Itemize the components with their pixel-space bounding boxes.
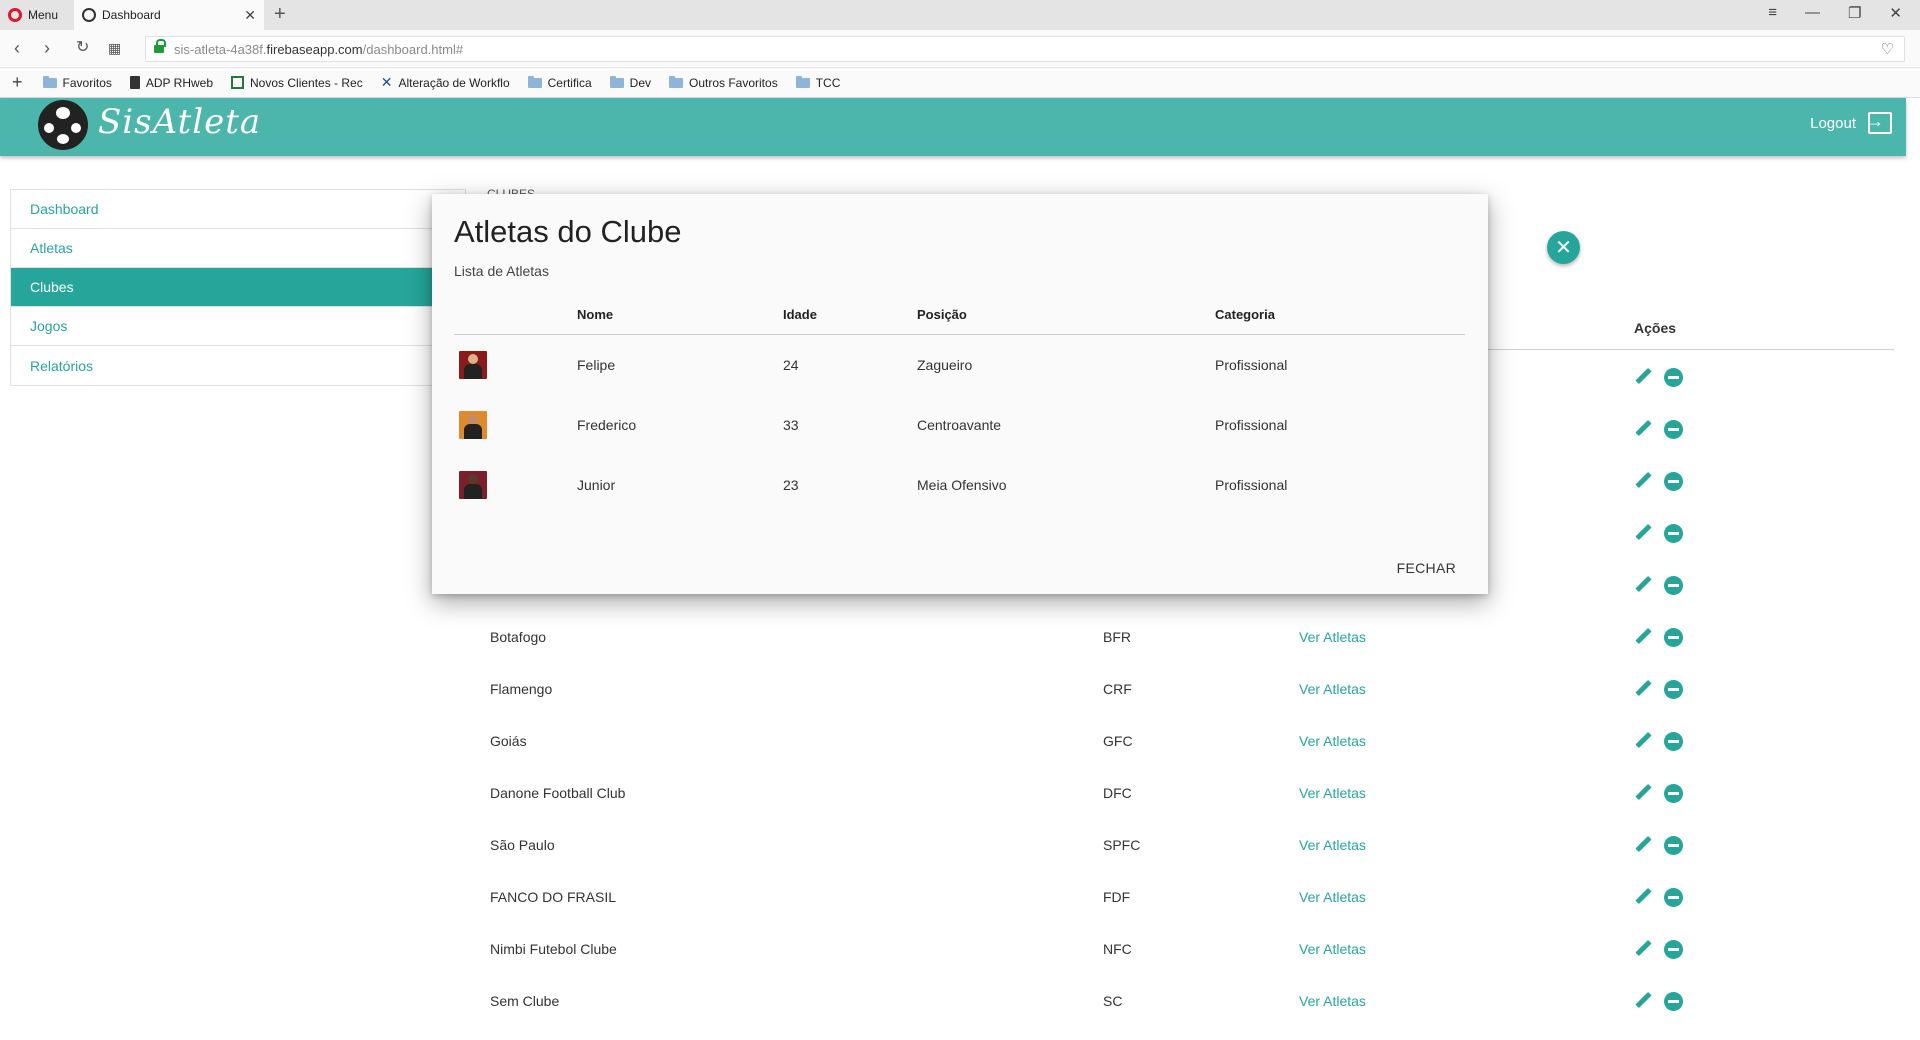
header-nome: Nome — [577, 306, 614, 322]
bookmark-label: Novos Clientes - Rec — [250, 75, 363, 90]
athletes-table: Nome Idade Posição Categoria Felipe 24 Zag… — [454, 294, 1465, 515]
athlete-row: Junior 23 Meia Ofensivo Profissional — [454, 455, 1465, 515]
app-header: SisAtleta Logout — [0, 98, 1906, 156]
folder-icon — [669, 75, 683, 88]
url-prefix: sis-atleta-4a38f. — [174, 41, 267, 57]
lock-icon — [154, 39, 166, 55]
window-close-icon[interactable]: ✕ — [1889, 4, 1902, 22]
athlete-name: Felipe — [577, 357, 616, 373]
athlete-name: Frederico — [577, 417, 637, 433]
bookmark-label: Certifica — [547, 75, 592, 90]
bookmark-tcc[interactable]: TCC — [795, 75, 841, 90]
speed-dial-icon[interactable]: ▦ — [108, 38, 121, 58]
document-icon — [129, 76, 140, 89]
athlete-name: Junior — [577, 477, 616, 493]
bookmark-label: Dev — [629, 75, 651, 90]
bookmarks-bar: + Favoritos ADP RHweb Novos Clientes - R… — [0, 68, 1920, 98]
new-tab-button[interactable]: + — [274, 4, 286, 24]
browser-menu-label: Menu — [28, 8, 59, 22]
soccer-ball-favicon-icon — [82, 8, 96, 22]
back-icon[interactable]: ‹ — [14, 38, 20, 58]
bookmark-adp-rhweb[interactable]: ADP RHweb — [129, 75, 214, 90]
header-posicao: Posição — [917, 306, 967, 322]
browser-tab-dashboard[interactable]: Dashboard ✕ — [74, 0, 264, 30]
bookmark-label: ADP RHweb — [145, 75, 214, 90]
tab-title: Dashboard — [102, 8, 161, 22]
x-logo-icon: ✕ — [380, 74, 393, 90]
athlete-category: Profissional — [1215, 417, 1288, 433]
athlete-photo — [459, 351, 487, 379]
athlete-age: 23 — [783, 477, 799, 493]
tab-menu-icon[interactable]: ≡ — [1768, 4, 1777, 22]
logout-button[interactable]: Logout — [1810, 111, 1892, 134]
athlete-row: Frederico 33 Centroavante Profissional — [454, 395, 1465, 455]
bookmark-dev[interactable]: Dev — [609, 75, 651, 90]
bookmark-label: Favoritos — [62, 75, 112, 90]
tab-close-icon[interactable]: ✕ — [244, 7, 256, 24]
athlete-position: Centroavante — [917, 417, 1002, 433]
folder-icon — [527, 75, 542, 88]
folder-icon — [42, 75, 57, 88]
fechar-button[interactable]: FECHAR — [1397, 560, 1456, 576]
folder-icon — [795, 75, 810, 88]
athletes-table-body: Felipe 24 Zagueiro Profissional Frederico 33 C… — [454, 335, 1465, 515]
bookmark-label: TCC — [815, 75, 841, 90]
athlete-category: Profissional — [1215, 357, 1288, 373]
logout-label: Logout — [1810, 114, 1856, 132]
spreadsheet-icon — [231, 76, 245, 89]
soccer-ball-logo-icon — [38, 100, 88, 150]
athlete-age: 33 — [783, 417, 799, 433]
forward-icon[interactable]: › — [44, 38, 50, 58]
bookmark-outros-favoritos[interactable]: Outros Favoritos — [669, 75, 778, 90]
url-path: /dashboard.html# — [362, 41, 464, 57]
bookmark-heart-icon[interactable]: ♡ — [1881, 40, 1894, 58]
folder-icon — [609, 75, 624, 88]
bookmark-label: Outros Favoritos — [689, 75, 778, 90]
athletes-modal: Atletas do Clube Lista de Atletas Nome I… — [432, 194, 1488, 594]
bookmark-novos-clientes[interactable]: Novos Clientes - Rec — [231, 76, 363, 90]
bookmark-alteracao-workflow[interactable]: ✕ Alteração de Workflo — [381, 74, 510, 91]
athlete-row: Felipe 24 Zagueiro Profissional — [454, 335, 1465, 395]
bookmark-label: Alteração de Workflo — [398, 75, 510, 90]
modal-subtitle: Lista de Atletas — [454, 263, 549, 279]
logout-icon — [1866, 111, 1892, 134]
window-controls: ≡ — ❐ ✕ — [1768, 4, 1902, 22]
minimize-icon[interactable]: — — [1805, 4, 1820, 22]
add-bookmark-icon[interactable]: + — [12, 72, 23, 93]
address-bar-row: ‹ › ↻ ▦ sis-atleta-4a38f. firebaseapp.com… — [0, 30, 1920, 68]
athlete-position: Meia Ofensivo — [917, 477, 1007, 493]
url-field[interactable]: sis-atleta-4a38f. firebaseapp.com/dashboa… — [145, 36, 1905, 62]
athletes-table-header: Nome Idade Posição Categoria — [454, 294, 1465, 335]
opera-logo-icon — [8, 8, 22, 22]
bookmark-certifica[interactable]: Certifica — [527, 75, 592, 90]
browser-menu-button[interactable]: Menu — [8, 5, 58, 25]
modal-title: Atletas do Clube — [454, 214, 682, 249]
reload-icon[interactable]: ↻ — [76, 38, 89, 58]
athlete-position: Zagueiro — [917, 357, 973, 373]
browser-tab-bar: Menu Dashboard ✕ + ≡ — ❐ ✕ — [0, 0, 1920, 30]
header-idade: Idade — [783, 306, 817, 322]
restore-icon[interactable]: ❐ — [1848, 4, 1861, 22]
athlete-age: 24 — [783, 357, 799, 373]
bookmark-favoritos[interactable]: Favoritos — [42, 75, 112, 90]
app-logo-text[interactable]: SisAtleta — [98, 102, 261, 142]
athlete-photo — [459, 471, 487, 499]
url-domain: firebaseapp.com — [266, 41, 363, 57]
header-categoria: Categoria — [1215, 306, 1275, 322]
athlete-photo — [459, 411, 487, 439]
athlete-category: Profissional — [1215, 477, 1288, 493]
close-icon[interactable]: ✕ — [1547, 231, 1580, 264]
